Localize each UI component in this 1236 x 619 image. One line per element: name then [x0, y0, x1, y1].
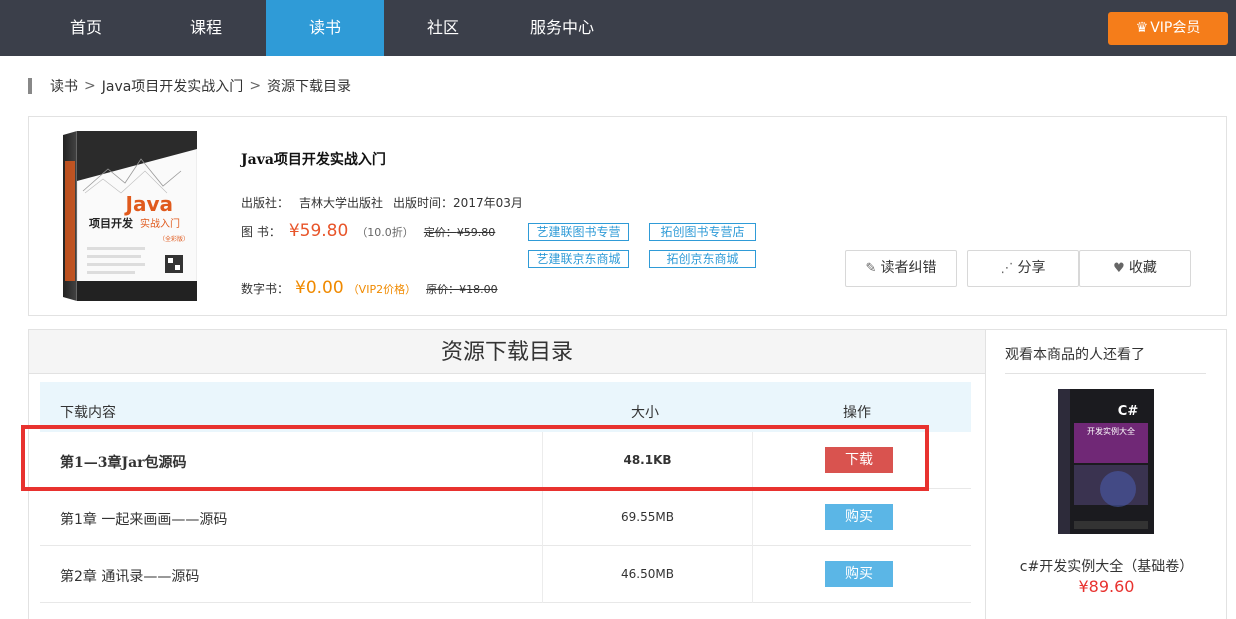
resource-panel: 资源下载目录 下载内容 大小 操作 第1—3章Jar包源码 48.1KB 下载 …: [28, 329, 986, 619]
pubdate-value: 2017年03月: [453, 196, 523, 210]
digital-original-value: ¥18.00: [459, 283, 498, 296]
pencil-icon: ✎: [865, 261, 877, 276]
vip-member-button[interactable]: ♛ VIP会员: [1108, 12, 1228, 45]
vip-label: VIP会员: [1150, 20, 1201, 36]
resource-panel-title: 资源下载目录: [29, 330, 985, 374]
resource-op-cell: 购买: [752, 546, 971, 603]
print-original-label: 定价：: [423, 226, 457, 239]
table-row: 第2章 通讯录——源码 46.50MB 购买: [40, 546, 971, 603]
share-label: 分享: [1017, 260, 1046, 276]
digital-original-label: 原价：: [426, 283, 460, 296]
resource-name: 第1—3章Jar包源码: [60, 455, 187, 471]
resource-name: 第2章 通讯录——源码: [60, 569, 200, 585]
store-link-yijianlian-jd[interactable]: 艺建联京东商城: [528, 250, 629, 268]
header-name: 下载内容: [60, 405, 116, 421]
book-title: Java项目开发实战入门: [241, 152, 386, 168]
store-link-tuochuang-book[interactable]: 拓创图书专营店: [649, 223, 756, 241]
store-link-tuochuang-jd[interactable]: 拓创京东商城: [649, 250, 756, 268]
buy-button[interactable]: 购买: [825, 504, 893, 530]
nav-item-service-center[interactable]: 服务中心: [503, 0, 621, 56]
resource-table: 下载内容 大小 操作 第1—3章Jar包源码 48.1KB 下载 第1章 一起来…: [40, 382, 971, 603]
breadcrumb-item-reading[interactable]: 读书: [50, 76, 78, 96]
breadcrumb-marker: [28, 78, 32, 94]
digital-vip-note: （VIP2价格）: [347, 283, 417, 296]
table-row: 第1章 一起来画画——源码 69.55MB 购买: [40, 489, 971, 546]
divider: [1005, 373, 1206, 374]
resource-op-cell: 下载: [752, 432, 971, 489]
recommended-book-name[interactable]: c#开发实例大全（基础卷）: [986, 556, 1227, 576]
digital-label: 数字书：: [241, 282, 290, 296]
recommendation-title: 观看本商品的人还看了: [1005, 347, 1145, 363]
download-button[interactable]: 下载: [825, 447, 893, 473]
print-discount: （10.0折）: [356, 226, 414, 239]
resource-name: 第1章 一起来画画——源码: [60, 512, 228, 528]
table-row: 第1—3章Jar包源码 48.1KB 下载: [40, 432, 971, 489]
digital-price: ¥0.00: [295, 278, 344, 298]
header-operation: 操作: [843, 405, 871, 421]
favorite-button[interactable]: ♥ 收藏: [1079, 250, 1191, 287]
book-cover-subtitle-2: 实战入门: [140, 217, 180, 230]
pubdate-label: 出版时间：: [393, 196, 454, 210]
resource-size: 48.1KB: [542, 432, 752, 489]
book-cover-image[interactable]: Java 项目开发 实战入门 （全彩版）: [63, 131, 197, 301]
nav-item-courses[interactable]: 课程: [147, 0, 265, 56]
resource-size: 69.55MB: [542, 489, 752, 546]
breadcrumb: 读书 > Java项目开发实战入门 > 资源下载目录: [28, 76, 351, 96]
print-label: 图 书：: [241, 225, 281, 239]
publisher-value: 吉林大学出版社: [299, 196, 384, 210]
breadcrumb-item-book[interactable]: Java项目开发实战入门: [102, 76, 244, 96]
recommended-cover-title: C#: [1118, 404, 1139, 419]
store-link-yijianlian-book[interactable]: 艺建联图书专营: [528, 223, 629, 241]
print-original-price: 定价：¥59.80: [424, 224, 496, 240]
print-original-value: ¥59.80: [456, 226, 496, 239]
book-cover-subtitle-1: 项目开发: [89, 216, 134, 230]
share-icon: ⋰: [1000, 261, 1014, 276]
nav-item-reading[interactable]: 读书: [266, 0, 384, 56]
breadcrumb-separator: >: [249, 78, 262, 94]
crown-icon: ♛: [1135, 20, 1149, 36]
top-nav: 首页 课程 读书 社区 服务中心 ♛ VIP会员: [0, 0, 1236, 56]
breadcrumb-item-current: 资源下载目录: [267, 79, 352, 95]
resource-table-header: 下载内容 大小 操作: [40, 382, 971, 432]
book-info-panel: Java 项目开发 实战入门 （全彩版） Java项目开发实战入门 出版社： 吉林…: [28, 116, 1227, 316]
header-size: 大小: [631, 405, 659, 421]
nav-item-community[interactable]: 社区: [384, 0, 502, 56]
digital-original-price: 原价：¥18.00: [426, 281, 498, 297]
report-error-button[interactable]: ✎ 读者纠错: [845, 250, 957, 287]
resource-op-cell: 购买: [752, 489, 971, 546]
recommended-book-cover[interactable]: C# 开发实例大全: [1058, 389, 1154, 534]
share-button[interactable]: ⋰ 分享: [967, 250, 1079, 287]
publisher-label: 出版社：: [241, 196, 290, 210]
print-price: ¥59.80: [288, 221, 349, 241]
nav-item-home[interactable]: 首页: [27, 0, 145, 56]
resource-size: 46.50MB: [542, 546, 752, 603]
print-price-row: 图 书： ¥59.80 （10.0折） 定价：¥59.80: [241, 221, 495, 241]
book-cover-title: Java: [124, 192, 173, 216]
heart-icon: ♥: [1113, 261, 1125, 276]
recommended-cover-subtitle: 开发实例大全: [1087, 426, 1135, 436]
recommended-book-price: ¥89.60: [1078, 577, 1135, 596]
publisher-row: 出版社： 吉林大学出版社 出版时间：2017年03月: [241, 194, 533, 211]
favorite-label: 收藏: [1128, 260, 1157, 276]
buy-button[interactable]: 购买: [825, 561, 893, 587]
digital-price-row: 数字书： ¥0.00 （VIP2价格） 原价：¥18.00: [241, 278, 498, 298]
breadcrumb-separator: >: [84, 78, 96, 94]
book-cover-edition: （全彩版）: [159, 235, 189, 243]
recommendation-panel: 观看本商品的人还看了 C# 开发实例大全 c#开发实例大全（基础卷） ¥89.6…: [986, 329, 1227, 619]
report-error-label: 读者纠错: [880, 260, 937, 276]
